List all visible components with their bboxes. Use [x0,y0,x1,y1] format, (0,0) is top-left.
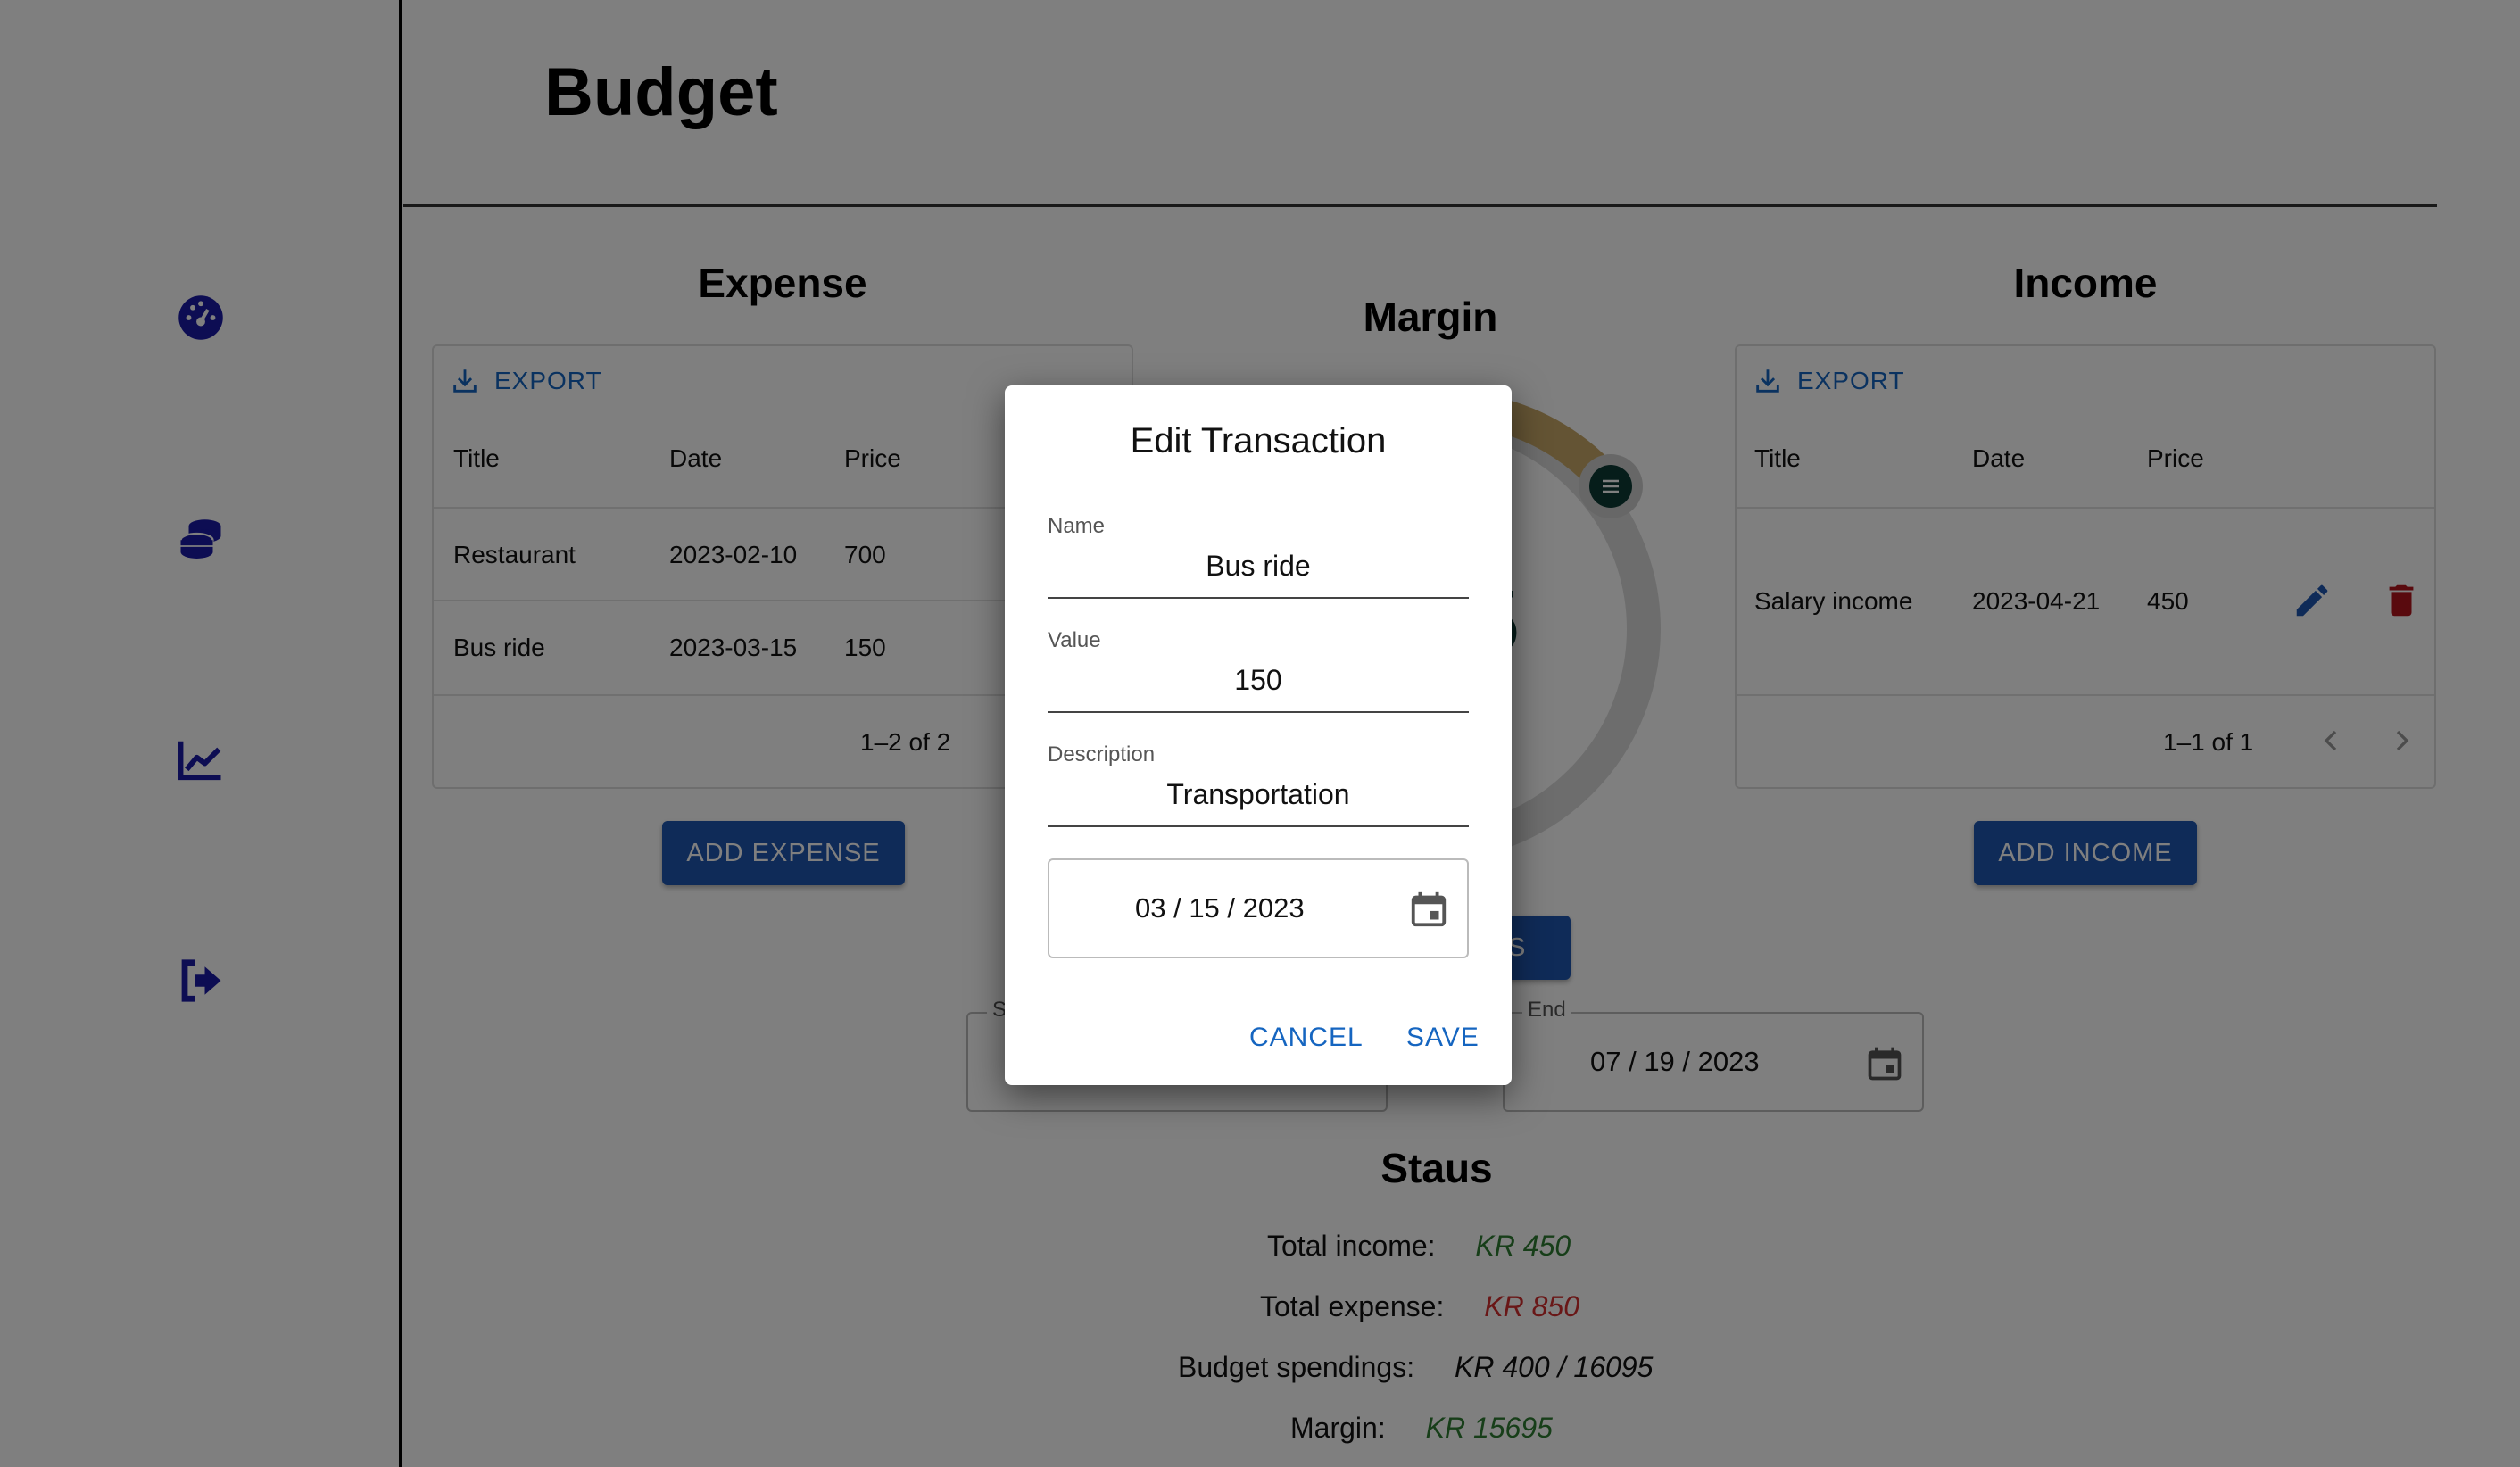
transaction-date-field[interactable]: 03 / 15 / 2023 [1048,858,1469,958]
transaction-date-value: 03 / 15 / 2023 [1135,892,1305,924]
calendar-icon[interactable] [1408,889,1449,930]
dialog-title: Edit Transaction [1130,421,1387,460]
value-input[interactable] [1048,664,1469,713]
name-label: Name [1048,514,1106,538]
save-button[interactable]: SAVE [1406,1023,1480,1053]
description-input[interactable] [1048,778,1469,827]
value-label: Value [1048,628,1101,652]
name-input[interactable] [1048,550,1469,599]
description-label: Description [1048,742,1156,767]
edit-transaction-dialog: Edit Transaction Name Value Description … [1005,385,1512,1085]
cancel-button[interactable]: CANCEL [1249,1023,1364,1053]
